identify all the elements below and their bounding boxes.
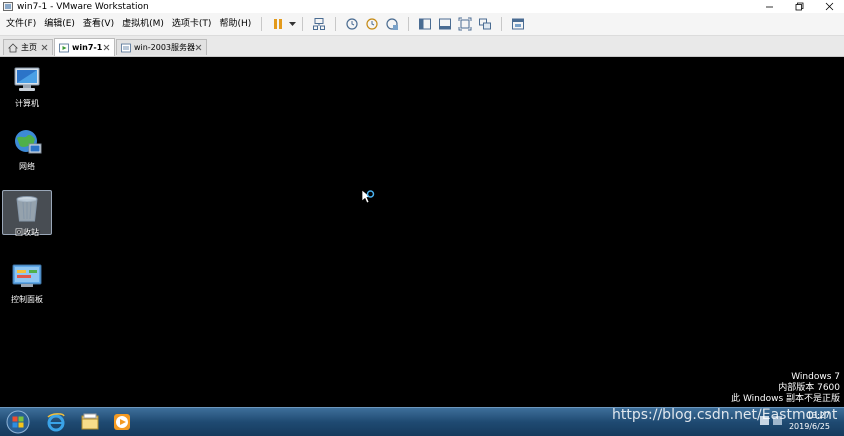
control-panel-icon — [12, 264, 42, 287]
pause-button[interactable] — [270, 16, 286, 32]
chevron-down-icon — [288, 21, 296, 26]
tab-label: win-2003服务器 — [133, 43, 196, 52]
tab-label: 主页 — [21, 43, 37, 52]
network-share-icon — [313, 18, 326, 30]
revert-snapshot-icon — [366, 18, 378, 30]
menu-bar: 文件(F) 编辑(E) 查看(V) 虚拟机(M) 选项卡(T) 帮助(H) — [0, 13, 844, 36]
menu-view[interactable]: 查看(V) — [79, 13, 118, 35]
snapshot-manager-icon — [386, 18, 399, 30]
minimize-button[interactable] — [754, 0, 784, 13]
tab-home[interactable]: 主页 — [3, 39, 53, 55]
start-button[interactable] — [6, 410, 30, 434]
watermark-build: 内部版本 7600 — [778, 383, 840, 393]
desktop-icon-label: 计算机 — [15, 99, 39, 108]
taskbar-ie-button[interactable] — [42, 410, 70, 434]
vm-display[interactable]: 计算机 网络 回收站 控制面板 Windows 7 内部版本 7600 此 Wi… — [0, 57, 844, 407]
close-button[interactable] — [814, 0, 844, 13]
toolbar-separator — [302, 17, 304, 31]
sidebar-icon — [419, 18, 432, 30]
desktop-icon-control-panel[interactable]: 控制面板 — [2, 260, 52, 305]
toolbar-separator — [501, 17, 503, 31]
close-icon[interactable] — [103, 44, 110, 51]
unity-icon — [479, 18, 492, 30]
unity-button[interactable] — [477, 16, 493, 32]
busy-cursor-icon — [361, 189, 375, 204]
console-view-button[interactable] — [510, 16, 526, 32]
vmware-app-icon — [3, 2, 13, 11]
console-view-icon — [512, 18, 525, 30]
folder-icon — [81, 413, 99, 430]
tab-label: win7-1 — [72, 43, 103, 52]
vm-running-icon — [59, 43, 69, 52]
thumbnail-icon — [439, 18, 452, 30]
home-icon — [8, 42, 18, 52]
menu-vm[interactable]: 虚拟机(M) — [118, 13, 168, 35]
window-controls — [754, 0, 844, 13]
watermark-genuine: 此 Windows 副本不是正版 — [731, 394, 840, 404]
menu-tabs[interactable]: 选项卡(T) — [168, 13, 216, 35]
network-icon — [15, 130, 42, 154]
snapshot-button[interactable] — [344, 16, 360, 32]
watermark-os: Windows 7 — [791, 372, 840, 382]
toolbar-separator — [408, 17, 410, 31]
power-dropdown[interactable] — [288, 16, 296, 32]
taskbar-explorer-button[interactable] — [76, 410, 104, 434]
close-icon — [825, 2, 833, 11]
tab-bar: 主页 win7-1 win-2003服务器 — [0, 36, 844, 57]
internet-explorer-icon — [47, 413, 65, 432]
restore-button[interactable] — [784, 0, 814, 13]
window-title: win7-1 - VMware Workstation — [17, 1, 149, 12]
close-icon[interactable] — [195, 44, 202, 51]
desktop-icon-recycle-bin[interactable]: 回收站 — [2, 190, 52, 237]
fullscreen-icon — [458, 17, 472, 31]
title-bar: win7-1 - VMware Workstation — [0, 0, 844, 13]
desktop-icon-computer[interactable]: 计算机 — [2, 64, 52, 109]
tab-win-2003[interactable]: win-2003服务器 — [116, 39, 207, 55]
desktop-icon-label: 网络 — [19, 162, 35, 171]
send-ctrl-alt-del-button[interactable] — [311, 16, 327, 32]
show-library-button[interactable] — [417, 16, 433, 32]
taskbar-media-player-button[interactable] — [108, 410, 136, 434]
toolbar-separator — [261, 17, 263, 31]
fullscreen-button[interactable] — [457, 16, 473, 32]
csdn-watermark: https://blog.csdn.net/Eastmount — [612, 407, 838, 423]
vm-icon — [121, 43, 131, 52]
desktop-icon-network[interactable]: 网络 — [2, 127, 52, 172]
toolbar-separator — [335, 17, 337, 31]
windows-watermark: Windows 7 内部版本 7600 此 Windows 副本不是正版 — [731, 372, 840, 405]
revert-snapshot-button[interactable] — [364, 16, 380, 32]
restore-icon — [795, 2, 803, 11]
snapshot-icon — [346, 18, 358, 30]
desktop-icon-label: 控制面板 — [11, 295, 43, 304]
recycle-bin-icon — [16, 196, 38, 222]
menu-help[interactable]: 帮助(H) — [215, 13, 255, 35]
menu-file[interactable]: 文件(F) — [0, 13, 40, 35]
computer-icon — [14, 67, 40, 91]
desktop-icon-label: 回收站 — [15, 228, 39, 237]
menu-edit[interactable]: 编辑(E) — [40, 13, 79, 35]
snapshot-manager-button[interactable] — [384, 16, 400, 32]
minimize-icon — [765, 6, 773, 8]
media-player-icon — [114, 414, 130, 430]
close-icon[interactable] — [41, 44, 48, 51]
tab-win7-1[interactable]: win7-1 — [54, 38, 115, 56]
pause-icon — [274, 19, 283, 29]
thumbnail-bar-button[interactable] — [437, 16, 453, 32]
